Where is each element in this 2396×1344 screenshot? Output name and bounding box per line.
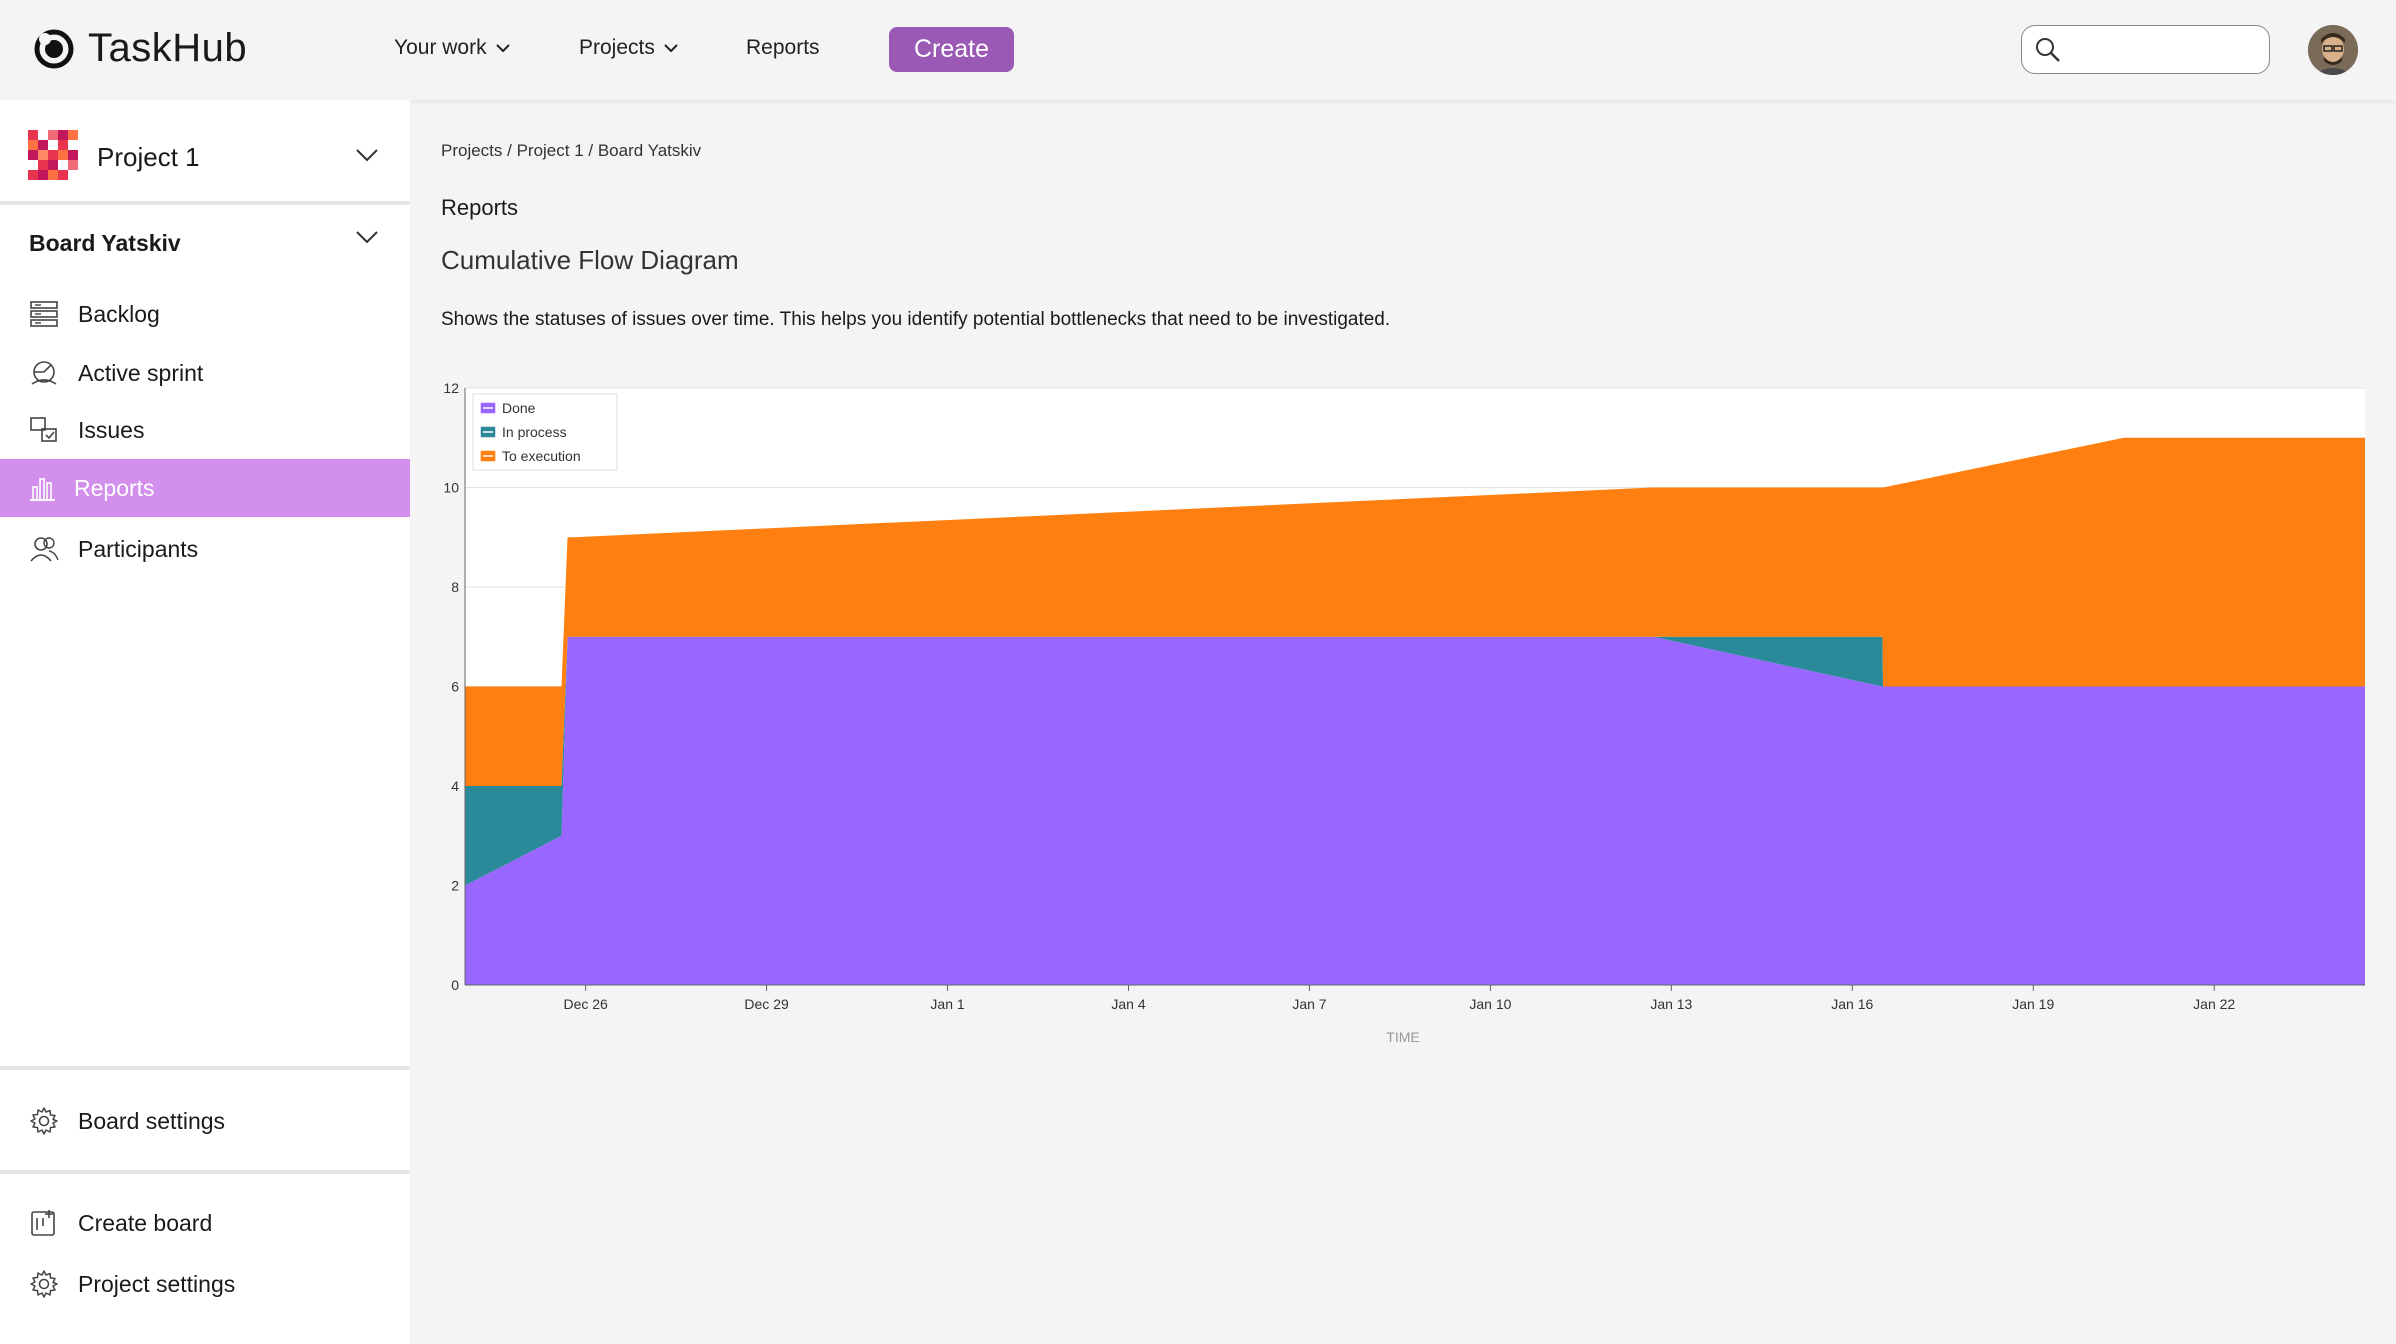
board-settings-label: Board settings [78, 1107, 226, 1134]
create-board-label: Create board [78, 1209, 213, 1236]
nav-your-work[interactable]: Your work [394, 36, 513, 60]
sidebar-item-active-sprint[interactable]: Active sprint [0, 344, 410, 402]
reports-icon [26, 472, 58, 504]
chart-y-axis: 0 2 4 6 8 10 12 [443, 380, 459, 993]
x-axis-label: TIME [1386, 1029, 1419, 1045]
y-tick-label: 2 [451, 878, 459, 894]
search-icon [2036, 37, 2060, 62]
chart-x-axis: Dec 26 Dec 29 Jan 1 Jan 4 Jan 7 Jan 10 Jan 13 J… [563, 985, 2235, 1012]
chevron-down-icon [664, 44, 678, 53]
project-header[interactable]: Project 1 [0, 100, 410, 205]
create-board-icon [28, 1207, 60, 1239]
project-avatar-icon [28, 130, 78, 180]
sidebar-item-participants[interactable]: Participants [0, 520, 410, 578]
top-bar: TaskHub Your work Projects Reports Creat… [0, 0, 2396, 100]
search-box[interactable] [2021, 25, 2270, 74]
chart-legend: Done In process To execution [472, 393, 618, 471]
sidebar-item-label: Participants [78, 535, 199, 562]
nav-your-work-label: Your work [394, 36, 487, 59]
x-tick-label: Jan 19 [2012, 996, 2054, 1012]
chevron-down-icon[interactable] [354, 142, 380, 168]
sprint-icon [28, 357, 60, 389]
sidebar-divider [0, 1170, 410, 1174]
issues-icon [28, 414, 60, 446]
y-tick-label: 4 [451, 778, 459, 794]
legend-label: To execution [502, 448, 581, 464]
sidebar-item-label: Reports [74, 474, 155, 501]
board-settings-button[interactable]: Board settings [0, 1092, 410, 1150]
cumulative-flow-chart: 0 2 4 6 8 10 12 Dec 26 Dec 29 Jan 1 Jan 4 Jan 7 Jan… [443, 380, 2365, 1045]
project-settings-label: Project settings [78, 1270, 236, 1297]
nav-reports[interactable]: Reports [746, 36, 820, 60]
chevron-down-icon[interactable] [354, 224, 380, 250]
project-settings-button[interactable]: Project settings [0, 1255, 410, 1313]
x-tick-label: Dec 29 [744, 996, 789, 1012]
x-tick-label: Jan 22 [2193, 996, 2235, 1012]
user-photo-icon [2308, 25, 2358, 75]
chevron-down-icon [495, 44, 510, 53]
search-input[interactable] [2070, 38, 2260, 61]
app-name: TaskHub [88, 26, 248, 70]
sidebar-item-issues[interactable]: Issues [0, 401, 410, 459]
x-tick-label: Jan 7 [1292, 996, 1326, 1012]
y-tick-label: 0 [451, 977, 459, 993]
board-name: Board Yatskiv [29, 230, 181, 256]
sidebar-item-reports[interactable]: Reports [0, 459, 410, 517]
chart-description: Shows the statuses of issues over time. … [441, 309, 1391, 330]
x-tick-label: Jan 4 [1111, 996, 1145, 1012]
y-tick-label: 12 [443, 380, 459, 396]
gear-icon [28, 1105, 60, 1137]
create-board-button[interactable]: Create board [0, 1194, 410, 1252]
chart-title: Cumulative Flow Diagram [441, 245, 739, 275]
y-tick-label: 6 [451, 679, 459, 695]
x-tick-label: Jan 1 [930, 996, 964, 1012]
y-tick-label: 8 [451, 579, 459, 595]
area-done [465, 636, 2365, 985]
sidebar-item-label: Issues [78, 416, 145, 443]
gear-icon [28, 1268, 60, 1300]
user-avatar[interactable] [2308, 25, 2358, 75]
sidebar-item-label: Backlog [78, 300, 160, 327]
project-name: Project 1 [97, 142, 200, 172]
sidebar: Project 1 Board Yatskiv Backlog Active s… [0, 100, 410, 1344]
create-button[interactable]: Create [889, 27, 1014, 72]
legend-label: Done [502, 400, 536, 416]
y-tick-label: 10 [443, 480, 459, 496]
logo-icon [34, 29, 74, 68]
sidebar-item-label: Active sprint [78, 359, 204, 386]
nav-reports-label: Reports [746, 36, 820, 59]
nav-projects[interactable]: Projects [579, 36, 681, 60]
breadcrumb[interactable]: Projects / Project 1 / Board Yatskiv [441, 141, 701, 161]
sidebar-divider [0, 1066, 410, 1070]
x-tick-label: Jan 16 [1831, 996, 1873, 1012]
nav-projects-label: Projects [579, 36, 655, 59]
x-tick-label: Dec 26 [563, 996, 608, 1012]
x-tick-label: Jan 10 [1469, 996, 1511, 1012]
sidebar-item-backlog[interactable]: Backlog [0, 285, 410, 343]
x-tick-label: Jan 13 [1650, 996, 1692, 1012]
participants-icon [28, 533, 60, 565]
backlog-icon [28, 298, 60, 330]
app-logo[interactable]: TaskHub [32, 26, 247, 71]
page-title: Reports [441, 195, 519, 220]
legend-label: In process [502, 424, 567, 440]
